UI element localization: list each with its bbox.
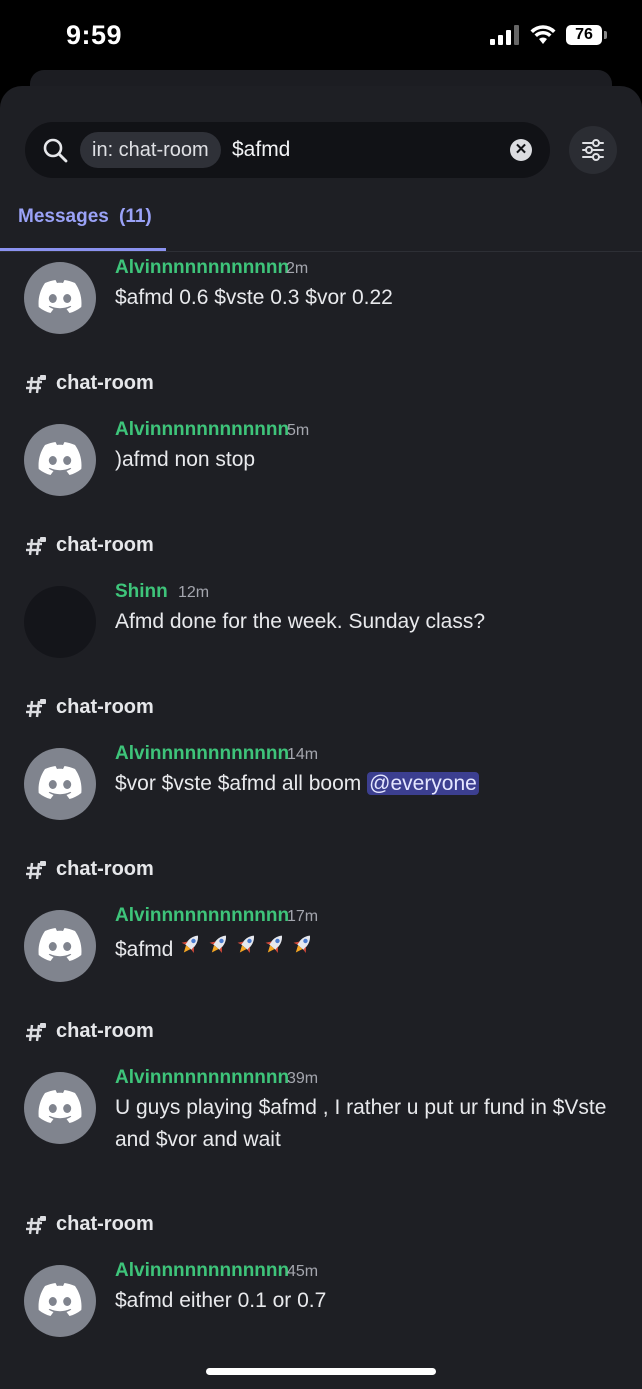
message[interactable]: Alvinnnnnnnnnnnn 17m $afmd	[0, 900, 642, 1002]
channel-header[interactable]: chat-room	[0, 516, 642, 576]
search-icon	[43, 138, 68, 163]
message-timestamp: 17m	[287, 908, 319, 925]
wifi-icon	[530, 25, 556, 44]
message[interactable]: Alvinnnnnnnnnnnn 45m $afmd either 0.1 or 0…	[0, 1255, 642, 1357]
avatar[interactable]	[24, 586, 96, 658]
message-text: $afmd 0.6 $vste 0.3 $vor 0.22	[115, 286, 393, 309]
discord-logo-icon	[38, 1283, 82, 1316]
message-timestamp: 5m	[287, 422, 310, 439]
discord-logo-icon	[38, 928, 82, 961]
status-time: 9:59	[66, 20, 123, 50]
message[interactable]: Alvinnnnnnnnnnnn 5m )afmd non stop	[0, 414, 642, 516]
message[interactable]: Alvinnnnnnnnnnnn 2m $afmd 0.6 $vste 0.3 $v…	[0, 252, 642, 354]
avatar[interactable]	[24, 1072, 96, 1144]
message-content: )afmd non stop	[115, 444, 615, 476]
filter-chip[interactable]: in: chat-room	[80, 132, 221, 168]
result-tabs: Messages (11)	[0, 196, 642, 252]
discord-logo-icon	[38, 1090, 82, 1123]
filter-button[interactable]	[569, 126, 617, 174]
locked-channel-hash-icon	[26, 375, 46, 394]
avatar[interactable]	[24, 424, 96, 496]
tab-messages-label: Messages	[18, 206, 109, 227]
channel-name: chat-room	[56, 858, 154, 880]
message-content: $afmd either 0.1 or 0.7	[115, 1285, 615, 1317]
author-name[interactable]: Shinn	[115, 581, 168, 603]
message-text: $vor $vste $afmd all boom	[115, 772, 362, 795]
discord-logo-icon	[38, 766, 82, 799]
clear-search-icon[interactable]: ✕	[510, 139, 532, 161]
status-icons: 76	[490, 25, 607, 45]
sliders-icon	[582, 139, 604, 161]
search-result[interactable]: chat-room Alvinnnnnnnnnnnn 39m U guys playi…	[0, 1002, 642, 1195]
locked-channel-hash-icon	[26, 861, 46, 880]
message-text: $afmd	[115, 938, 174, 961]
channel-name: chat-room	[56, 1213, 154, 1235]
channel-name: chat-room	[56, 696, 154, 718]
avatar[interactable]	[24, 262, 96, 334]
tab-messages[interactable]: Messages (11)	[0, 196, 166, 251]
message-content: $afmd 0.6 $vste 0.3 $vor 0.22	[115, 282, 615, 314]
message-content: $afmd	[115, 930, 615, 966]
rocket-emoji-icon	[279, 926, 321, 970]
status-bar: 9:59 76	[0, 0, 642, 72]
channel-header[interactable]: chat-room	[0, 840, 642, 900]
author-name[interactable]: Alvinnnnnnnnnnnn	[115, 743, 289, 765]
search-input[interactable]: $afmd	[232, 136, 290, 164]
search-result[interactable]: chat-room Alvinnnnnnnnnnnn 45m $afmd either…	[0, 1195, 642, 1357]
tab-messages-count: (11)	[119, 206, 152, 227]
author-name[interactable]: Alvinnnnnnnnnnnn	[115, 257, 289, 279]
message-content: $vor $vste $afmd all boom @everyone	[115, 768, 615, 800]
message[interactable]: Alvinnnnnnnnnnnn 39m U guys playing $afmd …	[0, 1062, 642, 1195]
message-text: U guys playing $afmd , I rather u put ur…	[115, 1096, 607, 1151]
discord-logo-icon	[38, 442, 82, 475]
everyone-mention[interactable]: @everyone	[367, 772, 479, 795]
avatar[interactable]	[24, 910, 96, 982]
channel-name: chat-room	[56, 534, 154, 556]
avatar[interactable]	[24, 1265, 96, 1337]
channel-name: chat-room	[56, 372, 154, 394]
locked-channel-hash-icon	[26, 1216, 46, 1235]
search-bar[interactable]: in: chat-room $afmd ✕	[25, 122, 550, 178]
channel-header[interactable]: chat-room	[0, 1195, 642, 1255]
avatar[interactable]	[24, 748, 96, 820]
author-name[interactable]: Alvinnnnnnnnnnnn	[115, 419, 289, 441]
locked-channel-hash-icon	[26, 699, 46, 718]
channel-name: chat-room	[56, 1020, 154, 1042]
locked-channel-hash-icon	[26, 537, 46, 556]
message[interactable]: Alvinnnnnnnnnnnn 14m $vor $vste $afmd all …	[0, 738, 642, 840]
author-name[interactable]: Alvinnnnnnnnnnnn	[115, 1260, 289, 1282]
locked-channel-hash-icon	[26, 1023, 46, 1042]
signal-icon	[490, 25, 519, 45]
search-result[interactable]: chat-room Alvinnnnnnnnnnnn 14m $vor $vste $…	[0, 678, 642, 840]
message-timestamp: 45m	[287, 1263, 319, 1280]
message[interactable]: Shinn 12m Afmd done for the week. Sunday c…	[0, 576, 642, 678]
author-name[interactable]: Alvinnnnnnnnnnnn	[115, 1067, 289, 1089]
message-timestamp: 12m	[178, 584, 210, 601]
home-indicator[interactable]	[206, 1368, 436, 1375]
message-timestamp: 14m	[287, 746, 319, 763]
author-name[interactable]: Alvinnnnnnnnnnnn	[115, 905, 289, 927]
message-content: U guys playing $afmd , I rather u put ur…	[115, 1092, 615, 1156]
message-text: )afmd non stop	[115, 448, 256, 471]
discord-logo-icon	[38, 280, 82, 313]
search-result[interactable]: chat-room Alvinnnnnnnnnnnn 17m $afmd	[0, 840, 642, 1002]
message-text: Afmd done for the week. Sunday class?	[115, 610, 486, 633]
battery-icon: 76	[566, 25, 607, 45]
message-content: Afmd done for the week. Sunday class?	[115, 606, 615, 638]
search-result[interactable]: chat-room Alvinnnnnnnnnnnn 5m )afmd non sto…	[0, 354, 642, 516]
message-text: $afmd either 0.1 or 0.7	[115, 1289, 327, 1312]
message-timestamp: 39m	[287, 1070, 319, 1087]
search-result[interactable]: chat-room Shinn 12m Afmd done for the week.…	[0, 516, 642, 678]
search-result[interactable]: Alvinnnnnnnnnnnn 2m $afmd 0.6 $vste 0.3 $v…	[0, 252, 642, 354]
message-timestamp: 2m	[286, 260, 309, 277]
channel-header[interactable]: chat-room	[0, 354, 642, 414]
results-list: Alvinnnnnnnnnnnn 2m $afmd 0.6 $vste 0.3 $v…	[0, 252, 642, 1357]
channel-header[interactable]: chat-room	[0, 1002, 642, 1062]
channel-header[interactable]: chat-room	[0, 678, 642, 738]
search-sheet: in: chat-room $afmd ✕ Messages (11) Alvi…	[0, 86, 642, 1389]
